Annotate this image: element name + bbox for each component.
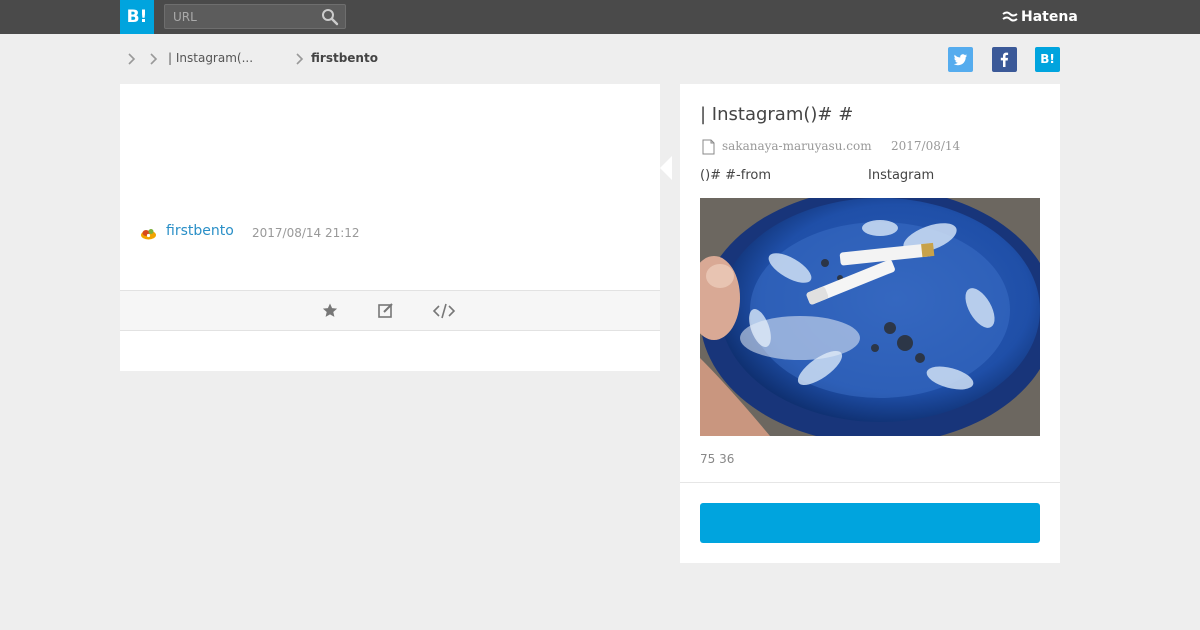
top-bar: B! Hatena: [0, 0, 1200, 34]
chevron-right-icon: [296, 53, 304, 65]
entry-date: 2017/08/14: [891, 139, 961, 153]
bookmark-timestamp: 2017/08/14 21:12: [252, 226, 360, 240]
facebook-icon: [1000, 52, 1009, 67]
search-icon[interactable]: [321, 8, 339, 26]
entry-summary: ()# #-from: [700, 168, 772, 183]
entry-domain[interactable]: sakanaya-maruyasu.com: [722, 139, 872, 153]
embed-code-icon[interactable]: [432, 301, 456, 321]
bookmark-username[interactable]: firstbento: [166, 223, 234, 239]
entry-card: | Instagram()# # sakanaya-maruyasu.com 2…: [680, 84, 1060, 563]
edit-icon[interactable]: [374, 301, 398, 321]
entry-action-button[interactable]: [700, 503, 1040, 543]
star-icon[interactable]: [318, 301, 342, 321]
twitter-share-button[interactable]: [948, 47, 973, 72]
entry-thumbnail-image[interactable]: [700, 198, 1040, 436]
hatena-bookmark-logo[interactable]: B!: [120, 0, 154, 34]
facebook-share-button[interactable]: [992, 47, 1017, 72]
entry-summary-source: Instagram: [868, 168, 935, 183]
hatena-bookmark-share-button[interactable]: B!: [1035, 47, 1060, 72]
hatena-logo-icon: [1002, 11, 1018, 22]
chevron-right-icon: [128, 53, 136, 65]
breadcrumb-item-user: firstbento: [311, 51, 378, 65]
page-icon: [702, 139, 715, 155]
bookmark-card: firstbento 2017/08/14 21:12: [120, 84, 660, 371]
divider: [680, 482, 1060, 483]
search-box: [164, 4, 346, 29]
breadcrumb-item-entry[interactable]: | Instagram(...: [168, 51, 253, 65]
bookmark-actions-bar: [120, 290, 660, 331]
card-pointer: [660, 156, 672, 180]
chevron-right-icon: [150, 53, 158, 65]
brand-name: Hatena: [1021, 9, 1078, 25]
entry-title[interactable]: | Instagram()# #: [700, 104, 1040, 125]
entry-counts: 75 36: [700, 452, 735, 466]
hatena-brand[interactable]: Hatena: [1002, 8, 1078, 26]
url-search-input[interactable]: [165, 5, 315, 28]
twitter-icon: [953, 54, 967, 66]
avatar[interactable]: [140, 224, 157, 241]
